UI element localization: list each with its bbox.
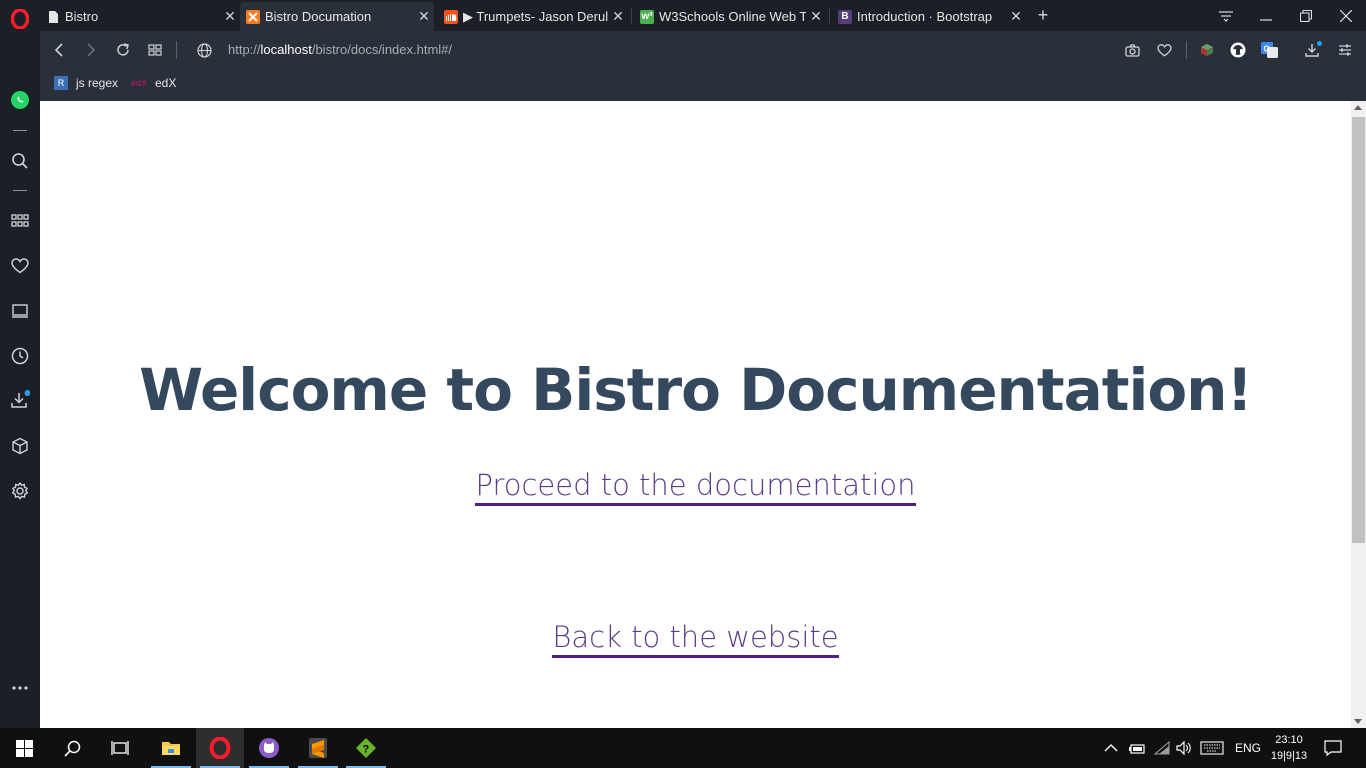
- tab-title: W3Schools Online Web Tut: [659, 9, 806, 24]
- volume-icon[interactable]: [1176, 728, 1192, 768]
- sidebar-divider: [13, 130, 27, 131]
- tab-bootstrap[interactable]: B Introduction · Bootstrap ✕: [832, 2, 1026, 31]
- scroll-down-arrow-icon[interactable]: [1354, 719, 1362, 724]
- toolbar-divider: [1186, 41, 1187, 59]
- opera-menu-icon[interactable]: [10, 9, 30, 29]
- easy-setup-icon[interactable]: [1335, 40, 1355, 60]
- page-icon: [46, 10, 60, 24]
- windows-start-icon[interactable]: [0, 728, 48, 768]
- tab-divider: [631, 8, 632, 24]
- scrollbar-thumb[interactable]: [1352, 117, 1365, 543]
- minimize-button[interactable]: [1246, 0, 1286, 31]
- more-options-icon[interactable]: [10, 678, 30, 698]
- soundcloud-icon: [444, 9, 458, 24]
- speed-dial-grid-icon[interactable]: [145, 40, 165, 60]
- tab-title: Bistro: [65, 9, 99, 24]
- task-view-icon[interactable]: [96, 728, 144, 768]
- url-prefix: http://: [228, 42, 261, 57]
- link-text: Proceed to the documentation: [475, 468, 916, 506]
- svg-text:?: ?: [363, 744, 370, 756]
- heart-icon[interactable]: [10, 256, 30, 276]
- history-icon[interactable]: [10, 346, 30, 366]
- forward-button[interactable]: [81, 40, 101, 60]
- clock[interactable]: 23:10 19|9|13: [1268, 732, 1310, 764]
- opera-sidebar: [0, 0, 40, 728]
- tab-divider: [829, 8, 830, 24]
- tab-bistro-documation[interactable]: Bistro Documation ✕: [240, 2, 434, 31]
- clock-time: 23:10: [1275, 734, 1303, 746]
- show-hidden-icons-chevron-icon[interactable]: [1104, 728, 1118, 768]
- sublime-text-icon[interactable]: [294, 728, 342, 768]
- tab-trumpets[interactable]: ▶ Trumpets- Jason Derulo ✕: [438, 2, 628, 31]
- tabs-devices-icon[interactable]: [10, 301, 30, 321]
- bookmark-heart-icon[interactable]: [1154, 40, 1174, 60]
- tab-strip: Bistro ✕ Bistro Documation ✕ ▶ Trumpets-…: [40, 0, 1366, 31]
- bookmark-edx[interactable]: edX edX: [131, 76, 176, 90]
- regex-icon: R: [54, 76, 68, 90]
- file-explorer-icon[interactable]: [147, 728, 195, 768]
- url-field[interactable]: http://localhost/bistro/docs/index.html#…: [228, 42, 452, 57]
- whatsapp-icon[interactable]: [10, 90, 30, 110]
- vpn-extension-icon[interactable]: [1228, 40, 1248, 60]
- tab-menu-icon[interactable]: [1206, 0, 1246, 31]
- battery-icon[interactable]: [1129, 728, 1146, 768]
- link-text: Back to the website: [552, 620, 839, 658]
- windows-taskbar: ? ENG 23:10 19|9|13: [0, 728, 1366, 768]
- globe-icon[interactable]: [194, 40, 214, 60]
- back-to-website-link[interactable]: Back to the website: [40, 620, 1351, 658]
- reload-button[interactable]: [113, 40, 133, 60]
- opera-taskbar-icon[interactable]: [196, 728, 244, 768]
- tab-bistro[interactable]: Bistro ✕: [40, 2, 240, 31]
- edx-icon: edX: [131, 78, 148, 88]
- cube-extension-icon[interactable]: [1197, 40, 1217, 60]
- speed-dial-icon[interactable]: [10, 211, 30, 231]
- wifi-icon[interactable]: [1154, 728, 1170, 768]
- close-window-button[interactable]: [1326, 0, 1366, 31]
- extensions-icon[interactable]: [10, 436, 30, 456]
- bookmark-js-regex[interactable]: R js regex: [54, 76, 118, 90]
- close-tab-icon[interactable]: ✕: [220, 8, 240, 25]
- search-icon[interactable]: [48, 728, 96, 768]
- restore-button[interactable]: [1286, 0, 1326, 31]
- notifications-icon[interactable]: [1324, 728, 1342, 768]
- settings-gear-icon[interactable]: [10, 481, 30, 501]
- scroll-up-arrow-icon[interactable]: [1354, 105, 1362, 110]
- keyboard-icon[interactable]: [1200, 728, 1224, 768]
- proceed-to-docs-link[interactable]: Proceed to the documentation: [40, 468, 1351, 506]
- bookmark-label: edX: [155, 76, 177, 90]
- url-host: localhost: [260, 42, 312, 57]
- help-app-icon[interactable]: ?: [342, 728, 390, 768]
- w3schools-icon: w³: [640, 9, 654, 24]
- address-bar-row: http://localhost/bistro/docs/index.html#…: [40, 31, 1366, 69]
- sidebar-divider: [13, 190, 27, 191]
- tab-title: ▶ Trumpets- Jason Derulo: [463, 8, 608, 24]
- bookmark-label: js regex: [76, 76, 119, 90]
- bootstrap-icon: B: [838, 9, 852, 24]
- tab-title: Bistro Documation: [265, 9, 372, 24]
- back-button[interactable]: [49, 40, 69, 60]
- url-path: /bistro/docs/index.html#/: [311, 42, 453, 57]
- search-icon[interactable]: [10, 151, 30, 171]
- tab-title: Introduction · Bootstrap: [857, 9, 993, 24]
- close-tab-icon[interactable]: ✕: [806, 8, 826, 25]
- translate-extension-icon[interactable]: G: [1259, 40, 1279, 60]
- clock-date: 19|9|13: [1270, 750, 1308, 762]
- xampp-icon: [246, 9, 260, 24]
- new-tab-button[interactable]: +: [1023, 0, 1063, 31]
- page-heading: Welcome to Bistro Documentation!: [139, 356, 1253, 424]
- tab-w3schools[interactable]: w³ W3Schools Online Web Tut ✕: [634, 2, 826, 31]
- downloads-icon[interactable]: [10, 390, 30, 410]
- address-divider: [176, 41, 177, 59]
- download-icon[interactable]: [1303, 40, 1323, 60]
- camera-icon[interactable]: [1122, 40, 1142, 60]
- github-desktop-icon[interactable]: [245, 728, 293, 768]
- close-tab-icon[interactable]: ✕: [414, 8, 434, 25]
- input-language[interactable]: ENG: [1235, 728, 1261, 768]
- bookmarks-bar: R js regex edX edX: [40, 69, 1366, 101]
- page-content: Welcome to Bistro Documentation! Proceed…: [40, 101, 1351, 728]
- close-tab-icon[interactable]: ✕: [608, 8, 628, 25]
- svg-text:G: G: [1263, 45, 1269, 54]
